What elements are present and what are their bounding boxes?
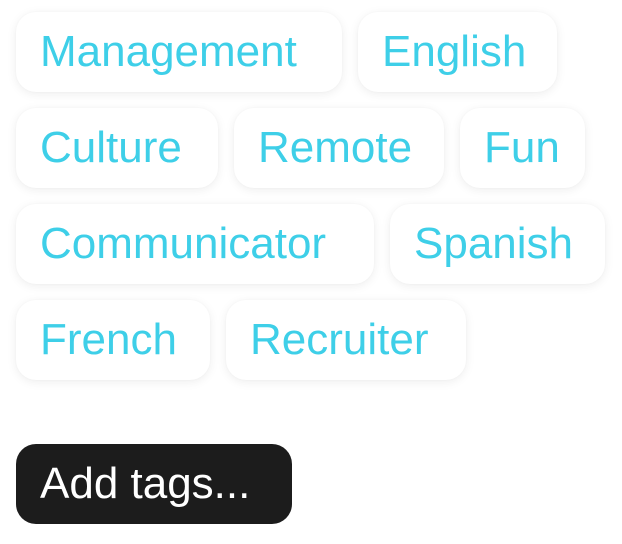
tag-remote[interactable]: Remote [234,108,444,188]
add-tags-button[interactable]: Add tags... [16,444,292,524]
tag-english[interactable]: English [358,12,557,92]
tag-fun[interactable]: Fun [460,108,585,188]
tag-management[interactable]: Management [16,12,342,92]
tag-french[interactable]: French [16,300,210,380]
tag-recruiter[interactable]: Recruiter [226,300,466,380]
tag-spanish[interactable]: Spanish [390,204,605,284]
tag-culture[interactable]: Culture [16,108,218,188]
tag-communicator[interactable]: Communicator [16,204,374,284]
